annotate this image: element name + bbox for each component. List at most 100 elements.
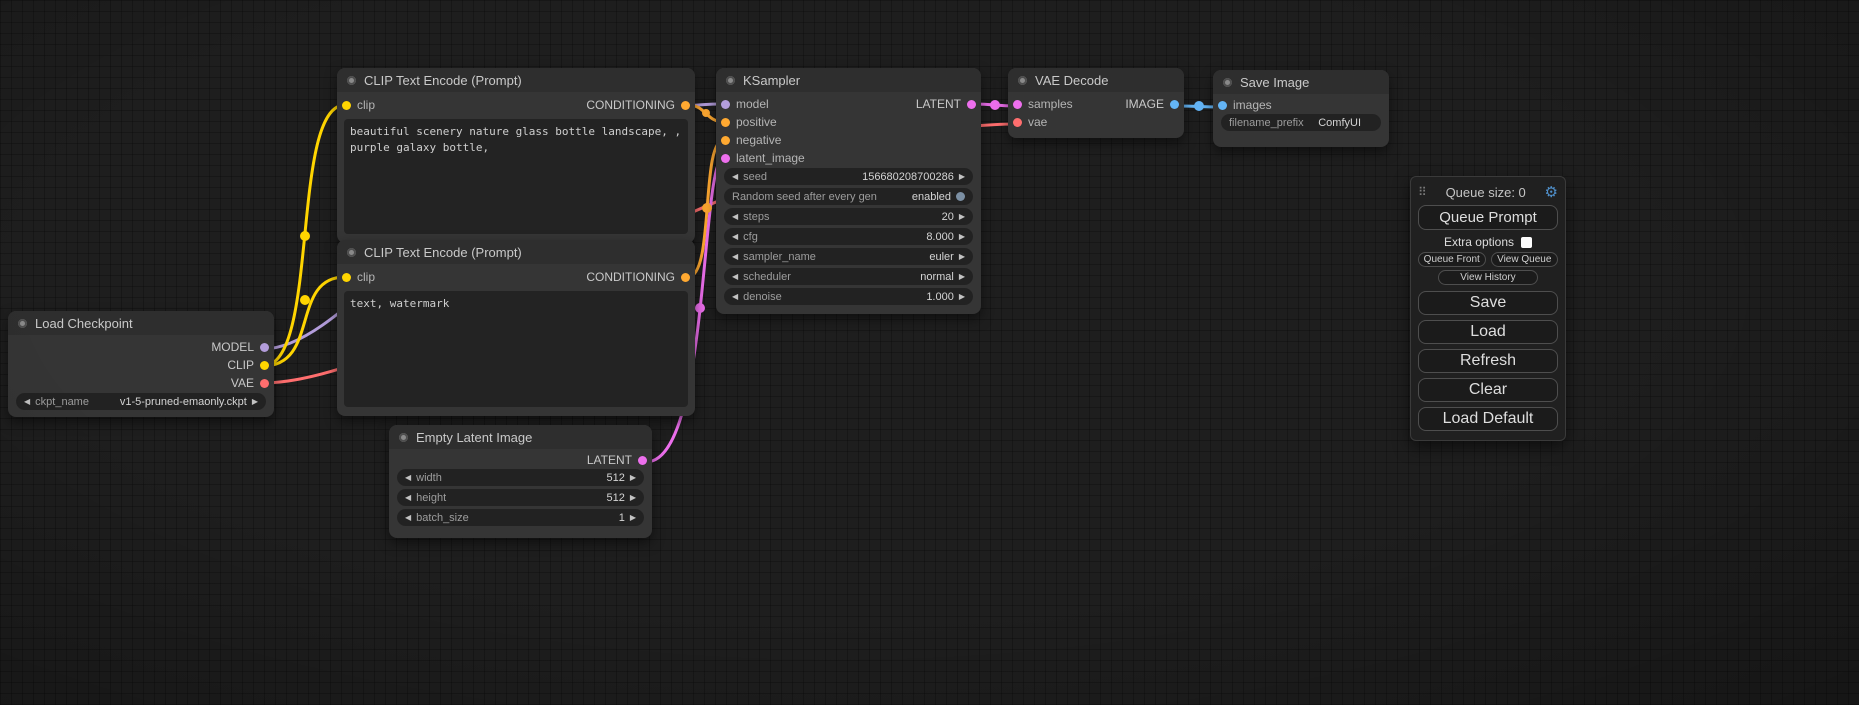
filename-prefix-widget[interactable]: filename_prefix ComfyUI bbox=[1222, 115, 1380, 130]
load-default-button[interactable]: Load Default bbox=[1418, 407, 1558, 431]
comfy-menu-panel[interactable]: ⠿ Queue size: 0 ⚙ Queue Prompt Extra opt… bbox=[1410, 176, 1566, 441]
output-clip[interactable]: CLIP bbox=[227, 358, 269, 372]
drag-handle-icon[interactable]: ⠿ bbox=[1418, 185, 1427, 199]
latent-port-icon[interactable] bbox=[638, 456, 647, 465]
node-title-bar[interactable]: KSampler bbox=[716, 68, 981, 92]
collapse-dot-icon[interactable] bbox=[399, 433, 408, 442]
vae-port-icon[interactable] bbox=[1013, 118, 1022, 127]
decrement-arrow-icon[interactable] bbox=[732, 209, 738, 224]
increment-arrow-icon[interactable] bbox=[959, 249, 965, 264]
latent-port-icon[interactable] bbox=[1013, 100, 1022, 109]
input-clip[interactable]: clip bbox=[342, 270, 375, 284]
conditioning-port-icon[interactable] bbox=[721, 136, 730, 145]
input-samples[interactable]: samples bbox=[1013, 97, 1073, 111]
collapse-dot-icon[interactable] bbox=[1223, 78, 1232, 87]
decrement-arrow-icon[interactable] bbox=[732, 249, 738, 264]
increment-arrow-icon[interactable] bbox=[959, 229, 965, 244]
decrement-arrow-icon[interactable] bbox=[405, 470, 411, 485]
node-title-bar[interactable]: CLIP Text Encode (Prompt) bbox=[337, 240, 695, 264]
decrement-arrow-icon[interactable] bbox=[24, 394, 30, 409]
increment-arrow-icon[interactable] bbox=[630, 490, 636, 505]
output-vae[interactable]: VAE bbox=[231, 376, 269, 390]
decrement-arrow-icon[interactable] bbox=[405, 490, 411, 505]
node-title-bar[interactable]: Load Checkpoint bbox=[8, 311, 274, 335]
node-empty-latent-image[interactable]: Empty Latent Image LATENT width 512 heig… bbox=[389, 425, 652, 538]
steps-widget[interactable]: steps 20 bbox=[725, 209, 972, 224]
node-graph-canvas[interactable]: Load Checkpoint MODEL CLIP VAE bbox=[0, 0, 1859, 705]
decrement-arrow-icon[interactable] bbox=[405, 510, 411, 525]
node-load-checkpoint[interactable]: Load Checkpoint MODEL CLIP VAE bbox=[8, 311, 274, 417]
collapse-dot-icon[interactable] bbox=[347, 76, 356, 85]
view-queue-button[interactable]: View Queue bbox=[1491, 252, 1559, 267]
save-button[interactable]: Save bbox=[1418, 291, 1558, 315]
node-title-bar[interactable]: Empty Latent Image bbox=[389, 425, 652, 449]
settings-gear-icon[interactable]: ⚙ bbox=[1545, 183, 1558, 201]
load-button[interactable]: Load bbox=[1418, 320, 1558, 344]
input-negative[interactable]: negative bbox=[721, 133, 781, 147]
clear-button[interactable]: Clear bbox=[1418, 378, 1558, 402]
output-latent[interactable]: LATENT bbox=[587, 453, 647, 467]
view-history-button[interactable]: View History bbox=[1438, 270, 1539, 285]
extra-options-checkbox[interactable] bbox=[1521, 237, 1532, 248]
input-images[interactable]: images bbox=[1218, 98, 1272, 112]
decrement-arrow-icon[interactable] bbox=[732, 269, 738, 284]
queue-front-button[interactable]: Queue Front bbox=[1418, 252, 1486, 267]
random-seed-toggle-widget[interactable]: Random seed after every gen enabled bbox=[725, 189, 972, 204]
increment-arrow-icon[interactable] bbox=[252, 394, 258, 409]
vae-port-icon[interactable] bbox=[260, 379, 269, 388]
increment-arrow-icon[interactable] bbox=[959, 289, 965, 304]
clip-port-icon[interactable] bbox=[342, 101, 351, 110]
clip-port-icon[interactable] bbox=[342, 273, 351, 282]
output-latent[interactable]: LATENT bbox=[916, 97, 976, 111]
sampler-name-widget[interactable]: sampler_name euler bbox=[725, 249, 972, 264]
increment-arrow-icon[interactable] bbox=[959, 209, 965, 224]
model-port-icon[interactable] bbox=[721, 100, 730, 109]
node-title-bar[interactable]: CLIP Text Encode (Prompt) bbox=[337, 68, 695, 92]
increment-arrow-icon[interactable] bbox=[630, 510, 636, 525]
ckpt-name-widget[interactable]: ckpt_name v1-5-pruned-emaonly.ckpt bbox=[17, 394, 265, 409]
decrement-arrow-icon[interactable] bbox=[732, 229, 738, 244]
output-conditioning[interactable]: CONDITIONING bbox=[586, 270, 690, 284]
scheduler-widget[interactable]: scheduler normal bbox=[725, 269, 972, 284]
width-widget[interactable]: width 512 bbox=[398, 470, 643, 485]
latent-port-icon[interactable] bbox=[721, 154, 730, 163]
refresh-button[interactable]: Refresh bbox=[1418, 349, 1558, 373]
cfg-widget[interactable]: cfg 8.000 bbox=[725, 229, 972, 244]
node-clip-text-encode-negative[interactable]: CLIP Text Encode (Prompt) clip CONDITION… bbox=[337, 240, 695, 416]
collapse-dot-icon[interactable] bbox=[347, 248, 356, 257]
queue-prompt-button[interactable]: Queue Prompt bbox=[1418, 205, 1558, 230]
height-widget[interactable]: height 512 bbox=[398, 490, 643, 505]
image-port-icon[interactable] bbox=[1170, 100, 1179, 109]
output-conditioning[interactable]: CONDITIONING bbox=[586, 98, 690, 112]
output-model[interactable]: MODEL bbox=[211, 340, 269, 354]
decrement-arrow-icon[interactable] bbox=[732, 169, 738, 184]
batch-size-widget[interactable]: batch_size 1 bbox=[398, 510, 643, 525]
input-model[interactable]: model bbox=[721, 97, 769, 111]
node-save-image[interactable]: Save Image images filename_prefix ComfyU… bbox=[1213, 70, 1389, 147]
node-clip-text-encode-positive[interactable]: CLIP Text Encode (Prompt) clip CONDITION… bbox=[337, 68, 695, 243]
toggle-indicator-icon[interactable] bbox=[956, 192, 965, 201]
input-clip[interactable]: clip bbox=[342, 98, 375, 112]
node-title-bar[interactable]: VAE Decode bbox=[1008, 68, 1184, 92]
input-latent-image[interactable]: latent_image bbox=[721, 151, 805, 165]
increment-arrow-icon[interactable] bbox=[959, 269, 965, 284]
decrement-arrow-icon[interactable] bbox=[732, 289, 738, 304]
conditioning-port-icon[interactable] bbox=[681, 101, 690, 110]
conditioning-port-icon[interactable] bbox=[681, 273, 690, 282]
conditioning-port-icon[interactable] bbox=[721, 118, 730, 127]
model-port-icon[interactable] bbox=[260, 343, 269, 352]
collapse-dot-icon[interactable] bbox=[726, 76, 735, 85]
denoise-widget[interactable]: denoise 1.000 bbox=[725, 289, 972, 304]
seed-widget[interactable]: seed 156680208700286 bbox=[725, 169, 972, 184]
increment-arrow-icon[interactable] bbox=[630, 470, 636, 485]
node-vae-decode[interactable]: VAE Decode samples IMAGE vae bbox=[1008, 68, 1184, 138]
latent-port-icon[interactable] bbox=[967, 100, 976, 109]
input-positive[interactable]: positive bbox=[721, 115, 777, 129]
node-ksampler[interactable]: KSampler model LATENT positive bbox=[716, 68, 981, 314]
clip-port-icon[interactable] bbox=[260, 361, 269, 370]
node-title-bar[interactable]: Save Image bbox=[1213, 70, 1389, 94]
increment-arrow-icon[interactable] bbox=[959, 169, 965, 184]
output-image[interactable]: IMAGE bbox=[1125, 97, 1179, 111]
negative-prompt-textarea[interactable]: text, watermark bbox=[344, 291, 688, 407]
collapse-dot-icon[interactable] bbox=[18, 319, 27, 328]
